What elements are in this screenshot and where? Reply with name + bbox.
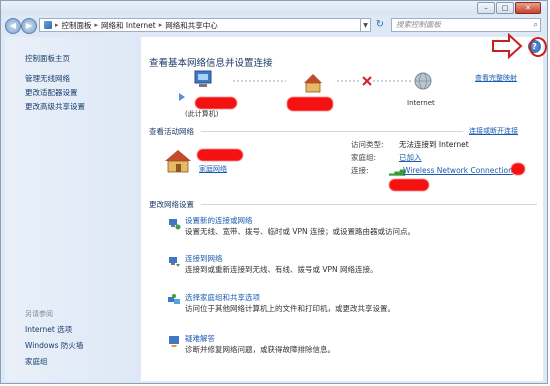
sidebar-item-homegroup[interactable]: 家庭组 (25, 356, 48, 367)
task-description: 连接到或重新连接到无线、有线、拨号或 VPN 网络连接。 (185, 265, 378, 274)
homegroup-icon (168, 294, 180, 304)
redacted-network-name (287, 97, 333, 111)
sidebar: 控制面板主页 管理无线网络 更改适配器设置 更改高级共享设置 另请参阅 Inte… (5, 37, 139, 381)
connection-label: 连接: (351, 166, 369, 175)
search-input[interactable]: 搜索控制面板 ⌕ (391, 18, 541, 32)
disconnected-x-icon (362, 76, 372, 86)
search-placeholder: 搜索控制面板 (396, 20, 441, 29)
wireless-connection-link[interactable]: Wireless Network Connection (403, 165, 513, 177)
breadcrumb-control-panel[interactable]: 控制面板 (62, 20, 92, 31)
task-homegroup-sharing[interactable]: 选择家庭组和共享选项 访问位于其他网络计算机上的文件和打印机，或更改共享设置。 (168, 292, 395, 314)
address-row: ◀ ▶ ▸ 控制面板 ▸ 网络和 Internet ▸ 网络和共享中心 ▼ ↻ … (1, 15, 547, 35)
homegroup-label: 家庭组: (351, 153, 377, 162)
annotation-circle (529, 37, 547, 57)
home-network-icon (165, 150, 191, 173)
access-type-label: 访问类型: (351, 140, 384, 149)
change-settings-header: 更改网络设置 (149, 200, 194, 209)
sidebar-item-manage-wireless[interactable]: 管理无线网络 (25, 73, 70, 84)
network-setup-icon (169, 219, 181, 230)
task-description: 诊断并修复网络问题，或获得故障排除信息。 (185, 345, 335, 354)
task-title[interactable]: 设置新的连接或网络 (185, 215, 415, 226)
chevron-right-icon: ▸ (55, 21, 59, 29)
task-troubleshoot[interactable]: 疑难解答 诊断并修复网络问题，或获得故障排除信息。 (169, 333, 335, 355)
task-title[interactable]: 疑难解答 (185, 333, 335, 344)
network-sharing-center-window: – □ ✕ ◀ ▶ ▸ 控制面板 ▸ 网络和 Internet ▸ 网络和共享中… (0, 0, 548, 384)
task-title[interactable]: 选择家庭组和共享选项 (185, 292, 395, 303)
chevron-right-icon: ▸ (94, 21, 99, 29)
network-type-link[interactable]: 家庭网络 (199, 163, 227, 175)
control-panel-icon (44, 21, 52, 29)
see-also-label: 另请参阅 (25, 310, 53, 318)
divider (201, 204, 537, 205)
address-bar[interactable]: ▸ 控制面板 ▸ 网络和 Internet ▸ 网络和共享中心 (39, 18, 361, 32)
sidebar-item-adapter-settings[interactable]: 更改适配器设置 (25, 87, 78, 98)
sidebar-item-advanced-sharing[interactable]: 更改高级共享设置 (25, 101, 85, 112)
redacted-active-network-name (197, 149, 243, 161)
sidebar-item-internet-options[interactable]: Internet 选项 (25, 324, 72, 335)
computer-label: (此计算机) (185, 110, 219, 118)
homegroup-joined-link[interactable]: 已加入 (399, 152, 422, 164)
search-icon[interactable]: ⌕ (534, 19, 538, 31)
globe-icon (414, 72, 432, 90)
home-network-icon (304, 74, 322, 93)
access-type-value: 无法连接到 Internet (399, 140, 469, 149)
maximize-button[interactable]: □ (496, 2, 514, 14)
divider (201, 131, 463, 132)
task-description: 访问位于其他网络计算机上的文件和打印机，或更改共享设置。 (185, 304, 395, 313)
redacted-ssid (511, 163, 525, 175)
task-setup-connection[interactable]: 设置新的连接或网络 设置无线、宽带、拨号、临时或 VPN 连接；或设置路由器或访… (169, 215, 416, 237)
connect-disconnect-link[interactable]: 连接或断开连接 (469, 126, 518, 136)
chevron-right-icon: ▸ (158, 21, 163, 29)
refresh-button[interactable]: ↻ (373, 18, 387, 32)
task-connect-network[interactable]: 连接到网络 连接到或重新连接到无线、有线、拨号或 VPN 网络连接。 (169, 253, 378, 275)
redacted-ssid-2 (389, 179, 429, 191)
window-controls: – □ ✕ (477, 2, 541, 14)
address-dropdown-button[interactable]: ▼ (361, 18, 371, 32)
troubleshoot-icon (169, 336, 179, 347)
back-button[interactable]: ◀ (5, 18, 21, 34)
sidebar-item-firewall[interactable]: Windows 防火墙 (25, 340, 83, 351)
main-panel: ? 查看基本网络信息并设置连接 查看完整映射 (此计算机) Internet 查… (141, 37, 543, 381)
task-title[interactable]: 连接到网络 (185, 253, 378, 264)
internet-label: Internet (407, 99, 435, 107)
annotation-arrow-icon (492, 33, 523, 59)
task-description: 设置无线、宽带、拨号、临时或 VPN 连接；或设置路由器或访问点。 (185, 227, 416, 236)
breadcrumb-network-internet[interactable]: 网络和 Internet (101, 20, 156, 31)
active-networks-header: 查看活动网络 (149, 127, 194, 136)
minimize-button[interactable]: – (477, 2, 495, 14)
redacted-computer-name (195, 97, 237, 109)
breadcrumb-network-sharing-center[interactable]: 网络和共享中心 (165, 20, 218, 31)
sidebar-home-link[interactable]: 控制面板主页 (25, 53, 70, 64)
forward-button[interactable]: ▶ (21, 18, 37, 34)
connect-network-icon (169, 257, 180, 267)
close-button[interactable]: ✕ (515, 2, 541, 14)
title-bar: – □ ✕ (1, 1, 547, 15)
